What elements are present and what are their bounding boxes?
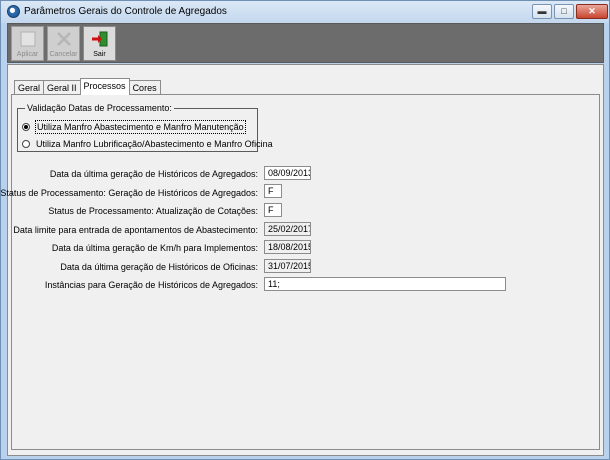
label-ultima-geracao-oficinas: Data da última geração de Históricos de …	[60, 262, 258, 272]
radio-label-manfro-manutencao[interactable]: Utiliza Manfro Abastecimento e Manfro Ma…	[35, 120, 246, 134]
tab-panel-processos: Validação Datas de Processamento: Utiliz…	[0, 94, 600, 450]
validation-group-title: Validação Datas de Processamento:	[25, 103, 174, 113]
cancel-icon	[56, 32, 71, 46]
apply-icon	[20, 31, 35, 47]
close-button[interactable]: ✕	[576, 4, 608, 19]
label-data-limite-abastecimento: Data limite para entrada de apontamentos…	[13, 225, 258, 235]
tab-cores[interactable]: Cores	[128, 80, 161, 95]
label-status-atualizacao-cotacoes: Status de Processamento: Atualização de …	[48, 206, 258, 216]
validation-groupbox: Validação Datas de Processamento: Utiliz…	[17, 103, 273, 152]
client-area: Geral Geral II Processos Cores Validação…	[0, 64, 604, 456]
cancel-button[interactable]: Cancelar	[47, 26, 80, 61]
tab-processos[interactable]: Processos	[79, 78, 130, 95]
label-instancias-geracao: Instâncias para Geração de Históricos de…	[44, 280, 258, 290]
apply-label: Aplicar	[16, 51, 39, 58]
tab-strip: Geral Geral II Processos Cores	[14, 78, 161, 95]
minimize-icon: ▬	[537, 6, 547, 16]
label-status-geracao-historicos: Status de Processamento: Geração de Hist…	[0, 188, 258, 198]
field-ultima-geracao-oficinas[interactable]: 31/07/2015	[264, 259, 311, 273]
app-icon	[7, 5, 20, 18]
minimize-button[interactable]: ▬	[532, 4, 552, 19]
field-status-atualizacao-cotacoes[interactable]: F	[264, 203, 282, 217]
tab-geral-ii[interactable]: Geral II	[43, 80, 81, 95]
field-instancias-geracao[interactable]: 11;	[264, 277, 506, 291]
radio-button-checked[interactable]	[22, 123, 30, 131]
exit-button[interactable]: Sair	[83, 26, 116, 61]
exit-door-icon	[91, 31, 107, 47]
exit-label: Sair	[93, 51, 106, 58]
app-window: Parâmetros Gerais do Controle de Agregad…	[0, 0, 610, 460]
maximize-icon: □	[561, 6, 567, 16]
label-ultima-geracao-kmh: Data da última geração de Km/h para Impl…	[51, 243, 258, 253]
radio-label-manfro-oficina[interactable]: Utiliza Manfro Lubrificação/Abasteciment…	[35, 138, 274, 150]
close-icon: ✕	[588, 6, 596, 16]
window-title: Parâmetros Gerais do Controle de Agregad…	[24, 6, 227, 17]
field-data-limite-abastecimento[interactable]: 25/02/2017	[264, 222, 311, 236]
field-status-geracao-historicos[interactable]: F	[264, 184, 282, 198]
radio-button-unchecked[interactable]	[22, 140, 30, 148]
tab-geral[interactable]: Geral	[14, 80, 45, 95]
title-bar[interactable]: Parâmetros Gerais do Controle de Agregad…	[1, 1, 609, 23]
radio-manfro-oficina[interactable]: Utiliza Manfro Lubrificação/Abasteciment…	[22, 138, 274, 150]
cancel-label: Cancelar	[49, 51, 78, 58]
radio-manfro-manutencao[interactable]: Utiliza Manfro Abastecimento e Manfro Ma…	[22, 120, 246, 134]
label-ultima-geracao-historicos: Data da última geração de Históricos de …	[49, 169, 258, 179]
toolbar: Aplicar Cancelar Sair	[7, 23, 604, 63]
field-ultima-geracao-kmh[interactable]: 18/08/2015	[264, 240, 311, 254]
apply-button[interactable]: Aplicar	[11, 26, 44, 61]
field-ultima-geracao-historicos[interactable]: 08/09/2013	[264, 166, 311, 180]
maximize-button[interactable]: □	[554, 4, 574, 19]
